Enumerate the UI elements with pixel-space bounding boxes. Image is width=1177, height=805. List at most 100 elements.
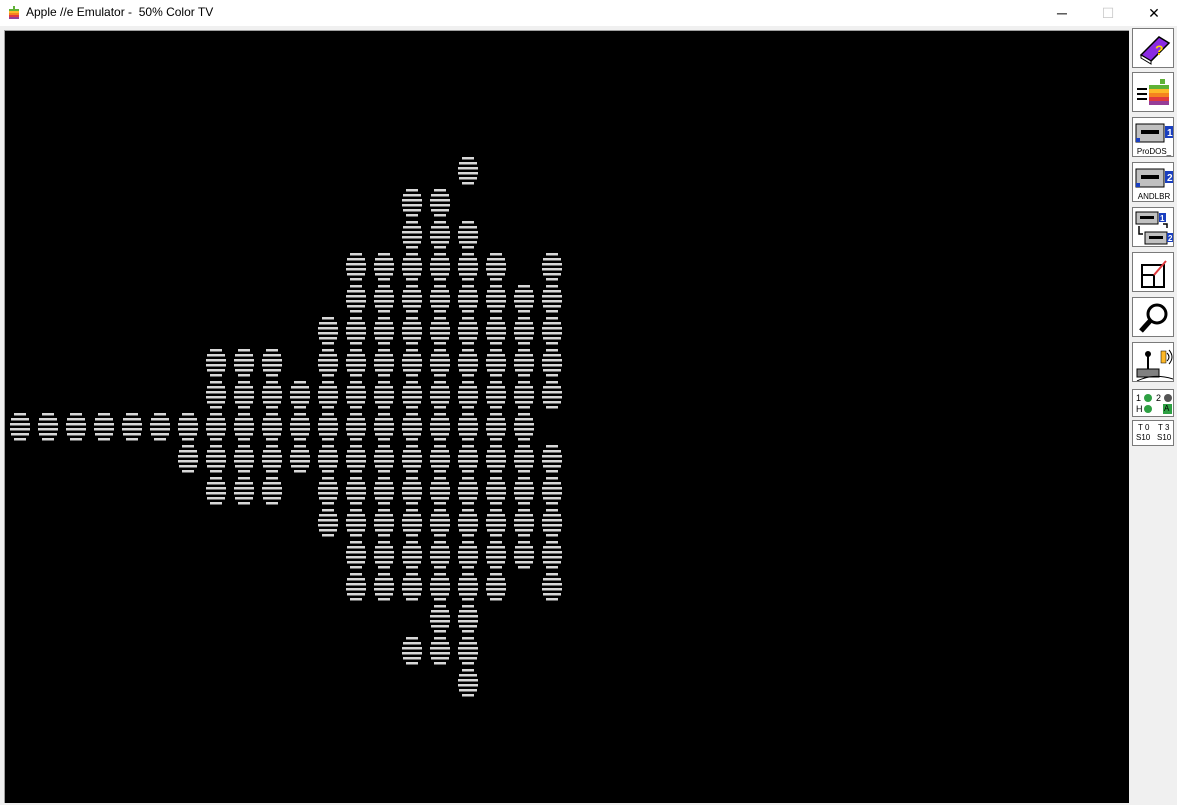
screen-pixel-block: [514, 285, 534, 313]
screen-pixel-block: [542, 477, 562, 505]
emulator-screen[interactable]: [4, 30, 1129, 803]
screen-pixel-block: [458, 253, 478, 281]
swap-disks-icon: 1 2: [1135, 211, 1173, 245]
screen-pixel-block: [486, 253, 506, 281]
screen-pixel-block: [374, 381, 394, 409]
screen-pixel-block: [430, 573, 450, 601]
screen-pixel-block: [486, 477, 506, 505]
screen-pixel-block: [38, 413, 58, 441]
screen-pixel-block: [486, 381, 506, 409]
screen-pixel-block: [514, 477, 534, 505]
screen-pixel-block: [346, 317, 366, 345]
screen-pixel-block: [458, 381, 478, 409]
screen-pixel-block: [318, 477, 338, 505]
settings-joystick-icon: [1136, 349, 1173, 381]
screen-pixel-block: [514, 509, 534, 537]
screen-pixel-block: [430, 477, 450, 505]
drive-1-led-label: 1: [1136, 393, 1142, 403]
screen-pixel-block: [374, 285, 394, 313]
screen-pixel-block: [542, 285, 562, 313]
screen-pixel-block: [178, 413, 198, 441]
fullscreen-button[interactable]: [1132, 252, 1174, 292]
harddisk-led-label: H: [1136, 404, 1143, 414]
debugger-button[interactable]: [1132, 297, 1174, 337]
screen-pixel-block: [290, 413, 310, 441]
screen-pixel-block: [318, 349, 338, 377]
screen-pixel-block: [346, 445, 366, 473]
screen-pixel-block: [402, 381, 422, 409]
drive-status-panel: 1 2 H A: [1132, 389, 1174, 417]
screen-pixel-block: [458, 221, 478, 249]
screen-pixel-block: [374, 477, 394, 505]
screen-pixel-block: [430, 413, 450, 441]
run-button[interactable]: [1132, 72, 1174, 112]
help-book-icon: ?: [1139, 36, 1171, 65]
screen-pixel-block: [402, 285, 422, 313]
screen-pixel-block: [234, 381, 254, 409]
screen-pixel-block: [542, 253, 562, 281]
screen-pixel-block: [458, 669, 478, 697]
drive-2-led: [1164, 394, 1172, 402]
screen-pixel-block: [290, 445, 310, 473]
screen-pixel-block: [430, 637, 450, 665]
screen-graphics: [10, 157, 562, 697]
screen-pixel-block: [262, 445, 282, 473]
screen-pixel-block: [402, 349, 422, 377]
screen-pixel-block: [206, 477, 226, 505]
title-bar[interactable]: Apple //e Emulator - 50% Color TV ─ ☐ ✕: [0, 0, 1177, 26]
screen-pixel-block: [402, 477, 422, 505]
screen-pixel-block: [346, 413, 366, 441]
drive-2-led-label: 2: [1156, 393, 1162, 403]
help-button[interactable]: ?: [1132, 28, 1174, 68]
screen-pixel-block: [346, 349, 366, 377]
screen-pixel-block: [430, 189, 450, 217]
screen-pixel-block: [346, 381, 366, 409]
screen-pixel-block: [458, 445, 478, 473]
screen-pixel-block: [542, 445, 562, 473]
settings-button[interactable]: [1132, 342, 1174, 382]
track-sector-panel: T 0 T 3 S10 S10: [1132, 420, 1174, 446]
screen-pixel-block: [374, 445, 394, 473]
svg-text:1: 1: [1167, 128, 1173, 139]
screen-pixel-block: [402, 637, 422, 665]
drive-2-button[interactable]: 2 ANDLBR: [1132, 162, 1174, 202]
close-button[interactable]: ✕: [1131, 0, 1177, 26]
svg-text:1: 1: [1160, 214, 1165, 223]
screen-pixel-block: [206, 445, 226, 473]
screen-pixel-block: [542, 349, 562, 377]
screen-pixel-block: [318, 317, 338, 345]
maximize-button[interactable]: ☐: [1085, 0, 1131, 26]
screen-pixel-block: [150, 413, 170, 441]
fullscreen-icon: [1141, 260, 1167, 288]
screen-pixel-block: [402, 509, 422, 537]
apple-run-icon: [1137, 79, 1169, 105]
screen-pixel-block: [402, 573, 422, 601]
screen-pixel-block: [374, 413, 394, 441]
svg-text:2: 2: [1167, 173, 1173, 184]
drive-1-track: T 0: [1138, 423, 1150, 432]
screen-pixel-block: [458, 317, 478, 345]
screen-pixel-block: [458, 541, 478, 569]
screen-pixel-block: [514, 413, 534, 441]
screen-pixel-block: [402, 317, 422, 345]
screen-pixel-block: [514, 541, 534, 569]
screen-pixel-block: [430, 349, 450, 377]
maximize-icon: ☐: [1101, 4, 1115, 21]
swap-disks-button[interactable]: 1 2: [1132, 207, 1174, 247]
screen-pixel-block: [94, 413, 114, 441]
screen-pixel-block: [430, 605, 450, 633]
screen-pixel-block: [318, 445, 338, 473]
drive-2-disk-label: ANDLBR: [1137, 192, 1171, 201]
drive-1-button[interactable]: 1 ProDOS_: [1132, 117, 1174, 157]
screen-pixel-block: [430, 509, 450, 537]
svg-text:2: 2: [1168, 234, 1173, 243]
screen-pixel-block: [514, 381, 534, 409]
screen-pixel-block: [262, 413, 282, 441]
screen-pixel-block: [486, 349, 506, 377]
screen-pixel-block: [346, 541, 366, 569]
screen-pixel-block: [318, 381, 338, 409]
screen-pixel-block: [290, 381, 310, 409]
screen-pixel-block: [430, 285, 450, 313]
screen-pixel-block: [206, 349, 226, 377]
minimize-button[interactable]: ─: [1039, 0, 1085, 26]
